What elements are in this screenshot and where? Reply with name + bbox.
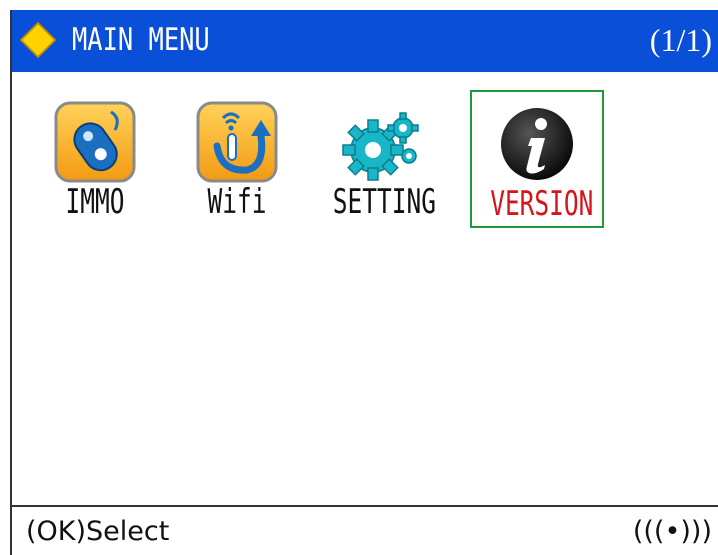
info-icon: [501, 108, 573, 180]
car-key-icon: [54, 101, 136, 183]
title-bar: MAIN MENU (1/1): [12, 10, 718, 72]
menu-label-wifi: Wifi: [207, 182, 267, 222]
ok-select-hint: (OK)Select: [26, 516, 170, 547]
menu-label-immo: IMMO: [65, 182, 125, 222]
page-title: MAIN MENU: [72, 22, 210, 58]
wifi-update-icon: [196, 101, 278, 183]
gears-icon: [342, 112, 419, 181]
menu-item-version[interactable]: VERSION: [470, 90, 604, 228]
diamond-logo-icon: [20, 22, 56, 58]
status-bar: (OK)Select (((•))): [12, 505, 718, 555]
page-indicator: (1/1): [649, 22, 712, 58]
menu-item-wifi[interactable]: Wifi: [170, 90, 304, 228]
menu-label-version: VERSION: [490, 184, 594, 224]
menu-item-setting[interactable]: SETTING: [314, 90, 448, 228]
menu-item-immo[interactable]: IMMO: [28, 90, 162, 228]
signal-icon: (((•))): [632, 516, 712, 547]
device-screen: MAIN MENU (1/1) IMMO Wifi SETTING VERSIO…: [10, 10, 718, 555]
menu-label-setting: SETTING: [332, 182, 436, 222]
